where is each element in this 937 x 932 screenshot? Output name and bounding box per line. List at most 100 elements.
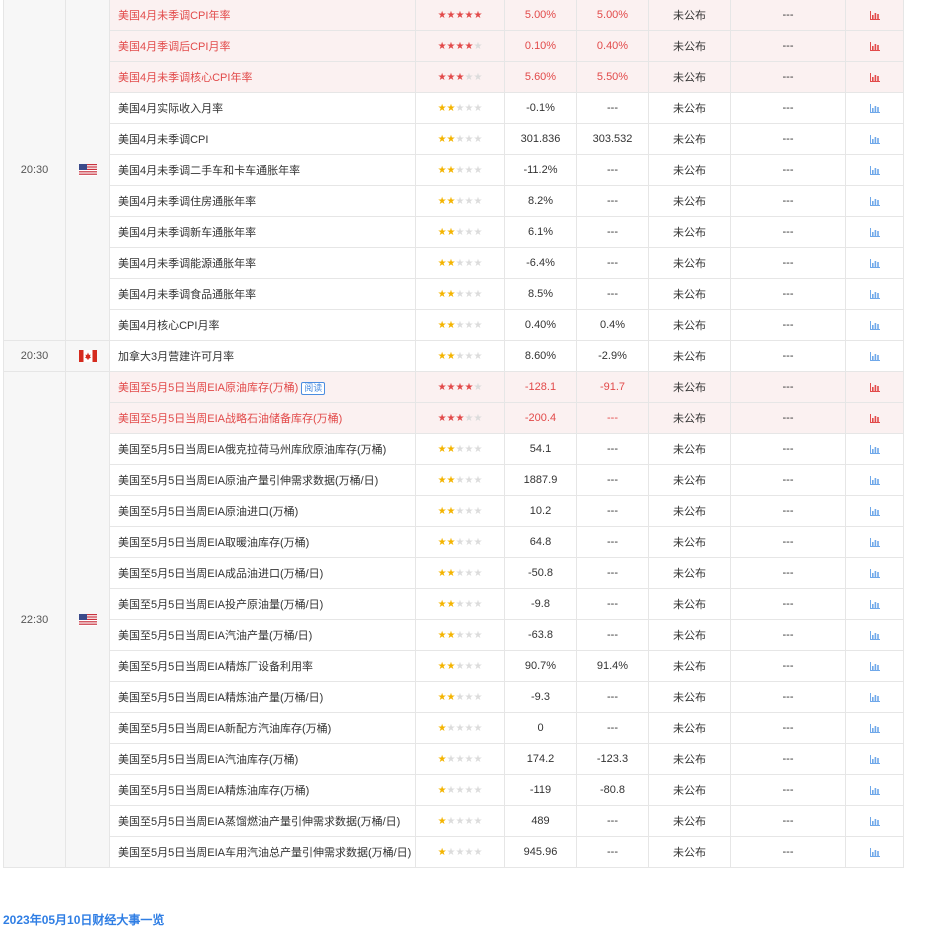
- star-icon: ★: [446, 847, 456, 858]
- chart-link[interactable]: [845, 0, 904, 31]
- forecast-value: -2.9%: [576, 340, 649, 372]
- actual-value: 未公布: [648, 340, 731, 372]
- star-icon: ★: [455, 196, 465, 207]
- star-icon: ★: [437, 785, 447, 796]
- chart-icon: [869, 692, 880, 702]
- star-icon: ★: [464, 134, 474, 145]
- importance-stars: ★★★★★: [415, 30, 505, 62]
- chart-link[interactable]: [845, 278, 904, 310]
- daily-events-link[interactable]: 2023年05月10日财经大事一览: [3, 911, 164, 928]
- star-icon: ★: [446, 723, 456, 734]
- previous-value: 1887.9: [504, 464, 577, 496]
- chart-link[interactable]: [845, 836, 904, 868]
- chart-link[interactable]: [845, 61, 904, 93]
- star-icon: ★: [455, 227, 465, 238]
- table-row: 美国4月核心CPI月率 ★★★★★ 0.40% 0.4% 未公布 ---: [4, 309, 904, 341]
- importance-stars: ★★★★★: [415, 123, 505, 155]
- star-icon: ★: [455, 692, 465, 703]
- star-icon: ★: [464, 785, 474, 796]
- event-name: 美国至5月5日当周EIA汽油产量(万桶/日): [109, 619, 416, 651]
- chart-link[interactable]: [845, 464, 904, 496]
- chart-link[interactable]: [845, 123, 904, 155]
- read-tag[interactable]: 阅读: [301, 382, 326, 395]
- importance-stars: ★★★★★: [415, 278, 505, 310]
- chart-link[interactable]: [845, 650, 904, 682]
- star-icon: ★: [437, 351, 447, 362]
- chart-icon: [869, 196, 880, 206]
- star-icon: ★: [437, 723, 447, 734]
- forecast-value: ---: [576, 185, 649, 217]
- star-icon: ★: [437, 413, 447, 424]
- forecast-value: ---: [576, 464, 649, 496]
- chart-link[interactable]: [845, 712, 904, 744]
- forecast-value: ---: [576, 92, 649, 124]
- star-icon: ★: [437, 568, 447, 579]
- table-row: 美国4月未季调住房通胀年率 ★★★★★ 8.2% --- 未公布 ---: [4, 185, 904, 217]
- forecast-value: ---: [576, 712, 649, 744]
- chart-link[interactable]: [845, 247, 904, 279]
- impact-value: ---: [730, 712, 846, 744]
- star-icon: ★: [455, 103, 465, 114]
- event-name: 美国至5月5日当周EIA战略石油储备库存(万桶): [109, 402, 416, 434]
- importance-stars: ★★★★★: [415, 681, 505, 713]
- chart-link[interactable]: [845, 216, 904, 248]
- previous-value: 90.7%: [504, 650, 577, 682]
- impact-value: ---: [730, 340, 846, 372]
- star-icon: ★: [464, 165, 474, 176]
- event-name-text: 美国4月实际收入月率: [118, 103, 224, 115]
- chart-icon: [869, 41, 880, 51]
- chart-icon: [869, 568, 880, 578]
- chart-link[interactable]: [845, 402, 904, 434]
- event-name-text: 美国至5月5日当周EIA原油产量引伸需求数据(万桶/日): [118, 475, 379, 487]
- star-icon: ★: [446, 72, 456, 83]
- chart-link[interactable]: [845, 92, 904, 124]
- chart-link[interactable]: [845, 557, 904, 589]
- chart-link[interactable]: [845, 588, 904, 620]
- impact-value: ---: [730, 526, 846, 558]
- star-icon: ★: [437, 444, 447, 455]
- chart-link[interactable]: [845, 619, 904, 651]
- forecast-value: ---: [576, 433, 649, 465]
- event-name-text: 美国4月未季调能源通胀年率: [118, 258, 257, 270]
- chart-link[interactable]: [845, 185, 904, 217]
- chart-link[interactable]: [845, 681, 904, 713]
- table-row: 20:30 加拿大3月营建许可月率 ★★★★★ 8.60% -2.9% 未公布 ---: [3, 340, 904, 372]
- chart-link[interactable]: [845, 774, 904, 806]
- star-icon: ★: [473, 785, 483, 796]
- chart-link[interactable]: [845, 805, 904, 837]
- importance-stars: ★★★★★: [415, 712, 505, 744]
- chart-link[interactable]: [845, 433, 904, 465]
- table-row: 美国4月未季调食品通胀年率 ★★★★★ 8.5% --- 未公布 ---: [4, 278, 904, 310]
- star-icon: ★: [446, 134, 456, 145]
- star-icon: ★: [473, 537, 483, 548]
- chart-link[interactable]: [845, 371, 904, 403]
- importance-stars: ★★★★★: [415, 557, 505, 589]
- forecast-value: ---: [576, 278, 649, 310]
- event-name: 美国4月未季调新车通胀年率: [109, 216, 416, 248]
- chart-link[interactable]: [845, 30, 904, 62]
- ca-flag-icon: [78, 350, 97, 363]
- chart-link[interactable]: [845, 340, 904, 372]
- star-icon: ★: [437, 10, 447, 21]
- chart-icon: [869, 599, 880, 609]
- star-icon: ★: [446, 630, 456, 641]
- event-name-text: 美国至5月5日当周EIA精炼厂设备利用率: [118, 661, 313, 673]
- table-row: 美国4月未季调新车通胀年率 ★★★★★ 6.1% --- 未公布 ---: [4, 216, 904, 248]
- impact-value: ---: [730, 278, 846, 310]
- star-icon: ★: [437, 72, 447, 83]
- chart-link[interactable]: [845, 495, 904, 527]
- star-icon: ★: [455, 72, 465, 83]
- forecast-value: ---: [576, 247, 649, 279]
- chart-link[interactable]: [845, 743, 904, 775]
- importance-stars: ★★★★★: [415, 805, 505, 837]
- importance-stars: ★★★★★: [415, 371, 505, 403]
- event-name-text: 美国4月未季调新车通胀年率: [118, 227, 257, 239]
- event-name: 加拿大3月营建许可月率: [109, 340, 416, 372]
- event-name-text: 美国至5月5日当周EIA汽油库存(万桶): [118, 754, 299, 766]
- chart-icon: [869, 475, 880, 485]
- chart-link[interactable]: [845, 526, 904, 558]
- event-name: 美国至5月5日当周EIA原油产量引伸需求数据(万桶/日): [109, 464, 416, 496]
- star-icon: ★: [464, 847, 474, 858]
- chart-link[interactable]: [845, 309, 904, 341]
- chart-link[interactable]: [845, 154, 904, 186]
